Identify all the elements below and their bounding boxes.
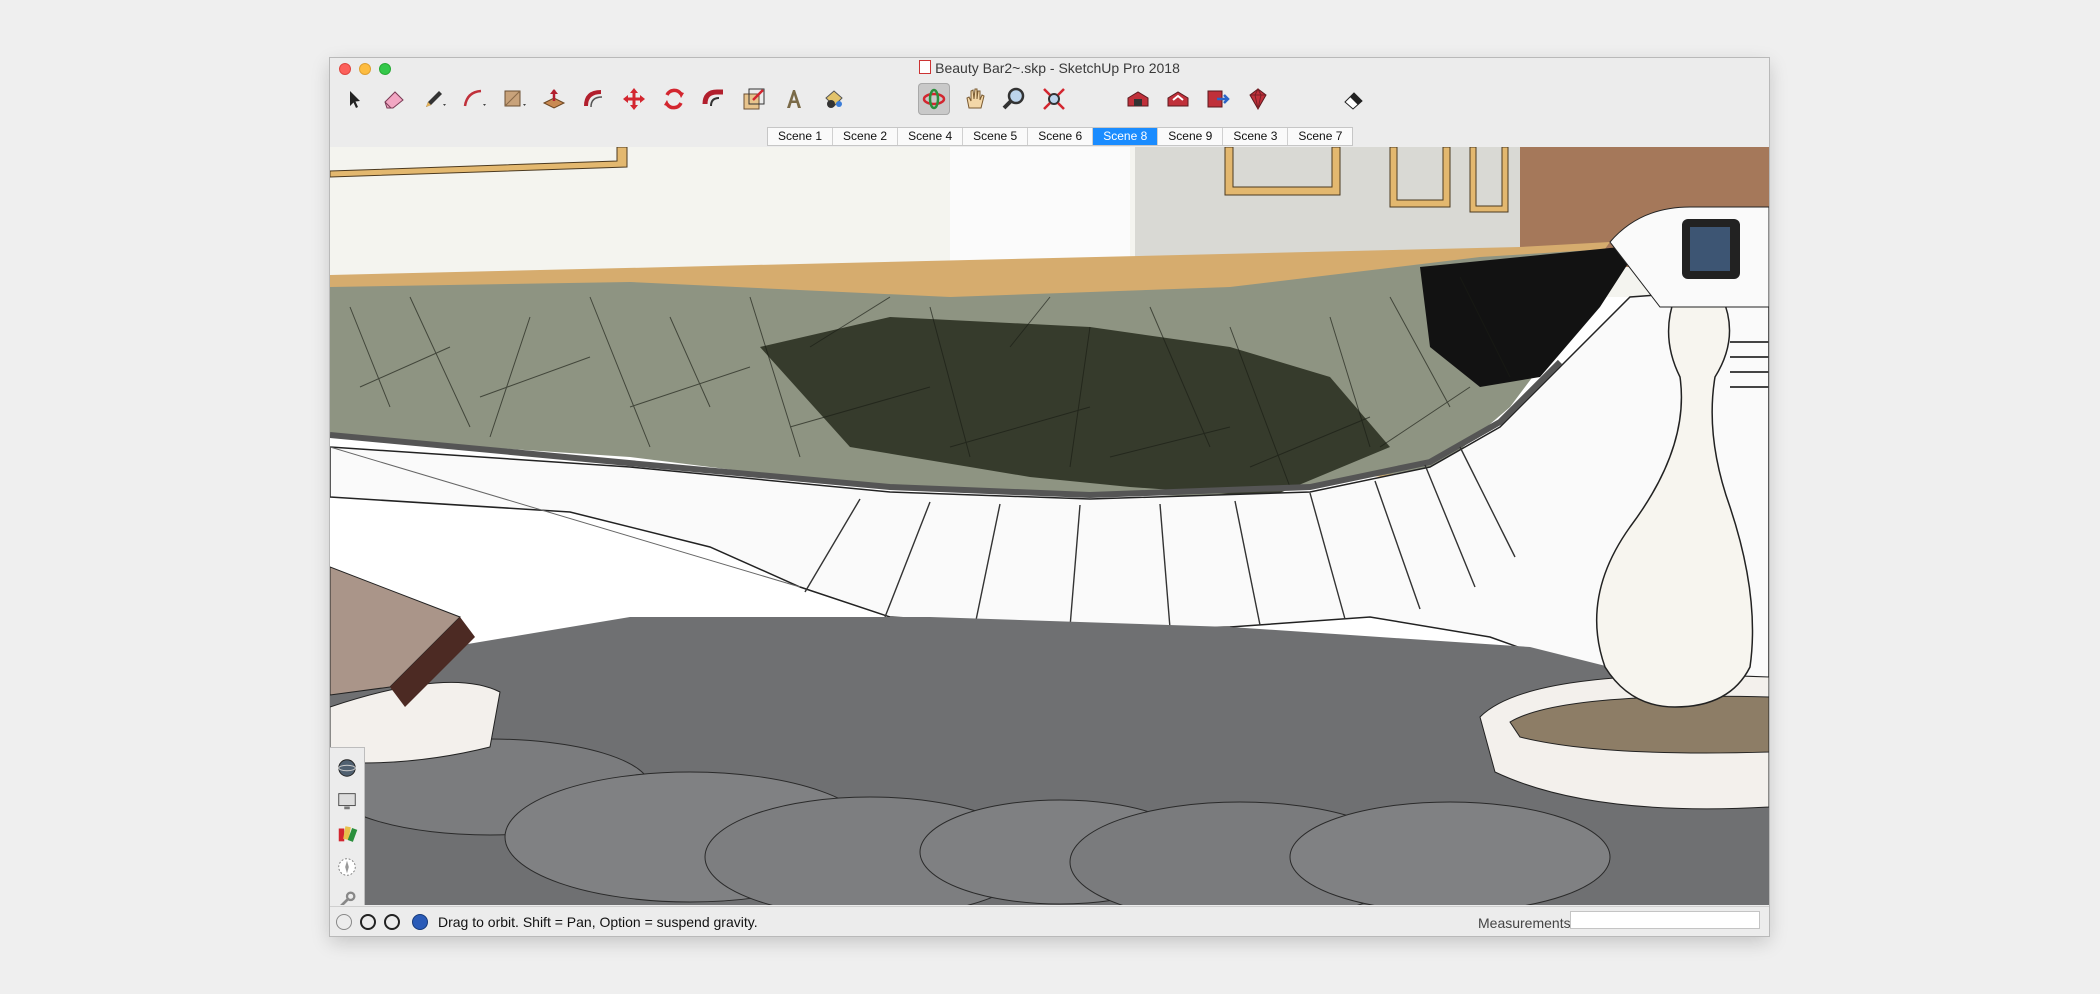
zoom-tool-icon[interactable] bbox=[998, 83, 1030, 115]
tab-scene-9[interactable]: Scene 9 bbox=[1158, 128, 1224, 145]
pencil-tool-icon[interactable] bbox=[418, 83, 450, 115]
tab-scene-7[interactable]: Scene 7 bbox=[1288, 128, 1352, 145]
status-bar: Drag to orbit. Shift = Pan, Option = sus… bbox=[330, 906, 1769, 936]
scale-tool-icon[interactable] bbox=[738, 83, 770, 115]
monitor-icon[interactable] bbox=[333, 787, 361, 815]
share-model-icon[interactable] bbox=[1162, 83, 1194, 115]
rotate-tool-icon[interactable] bbox=[658, 83, 690, 115]
follow-me-tool-icon[interactable] bbox=[698, 83, 730, 115]
measurements-input[interactable] bbox=[1570, 911, 1760, 929]
compass-icon[interactable] bbox=[333, 853, 361, 881]
extension-warehouse-icon[interactable] bbox=[1242, 83, 1274, 115]
zoom-extents-tool-icon[interactable] bbox=[1038, 83, 1070, 115]
tab-scene-4[interactable]: Scene 4 bbox=[898, 128, 964, 145]
geo-location-icon[interactable] bbox=[336, 914, 352, 930]
shape-tool-icon[interactable] bbox=[498, 83, 530, 115]
pan-tool-icon[interactable] bbox=[958, 83, 990, 115]
sphere-style-icon[interactable] bbox=[333, 754, 361, 782]
credits-icon[interactable] bbox=[360, 914, 376, 930]
wrench-icon[interactable] bbox=[333, 886, 361, 905]
document-icon bbox=[919, 60, 932, 74]
sketchup-window: Beauty Bar2~.skp - SketchUp Pro 2018 Sce… bbox=[330, 58, 1769, 936]
tab-scene-6[interactable]: Scene 6 bbox=[1028, 128, 1094, 145]
display-screen-glass bbox=[1690, 227, 1730, 271]
text-tool-icon[interactable] bbox=[778, 83, 810, 115]
paint-chips-icon[interactable] bbox=[333, 820, 361, 848]
tool-palette bbox=[330, 747, 365, 905]
help-icon[interactable] bbox=[412, 914, 428, 930]
tab-scene-1[interactable]: Scene 1 bbox=[768, 128, 834, 145]
window-title: Beauty Bar2~.skp - SketchUp Pro 2018 bbox=[935, 60, 1180, 76]
warehouse-icon[interactable] bbox=[1122, 83, 1154, 115]
measurements-label: Measurements bbox=[1478, 915, 1571, 931]
main-toolbar bbox=[330, 80, 1769, 120]
push-pull-tool-icon[interactable] bbox=[538, 83, 570, 115]
account-icon[interactable] bbox=[384, 914, 400, 930]
stool-6 bbox=[1289, 801, 1611, 905]
eraser-tool-icon[interactable] bbox=[378, 83, 410, 115]
scene-tabs: Scene 1 Scene 2 Scene 4 Scene 5 Scene 6 … bbox=[767, 127, 1354, 146]
layout-eraser-icon[interactable] bbox=[1338, 83, 1370, 115]
tab-scene-2[interactable]: Scene 2 bbox=[833, 128, 899, 145]
model-viewport[interactable] bbox=[330, 147, 1769, 905]
status-hint: Drag to orbit. Shift = Pan, Option = sus… bbox=[438, 914, 758, 930]
paint-bucket-tool-icon[interactable] bbox=[818, 83, 850, 115]
tab-scene-8[interactable]: Scene 8 bbox=[1093, 128, 1159, 145]
window-title-wrap: Beauty Bar2~.skp - SketchUp Pro 2018 bbox=[330, 60, 1769, 76]
model-scene bbox=[330, 147, 1769, 905]
arc-tool-icon[interactable] bbox=[458, 83, 490, 115]
tab-scene-5[interactable]: Scene 5 bbox=[963, 128, 1029, 145]
tab-scene-3[interactable]: Scene 3 bbox=[1223, 128, 1289, 145]
orbit-tool-icon[interactable] bbox=[918, 83, 950, 115]
title-bar: Beauty Bar2~.skp - SketchUp Pro 2018 bbox=[330, 58, 1769, 78]
select-tool-icon[interactable] bbox=[338, 83, 370, 115]
offset-tool-icon[interactable] bbox=[578, 83, 610, 115]
share-component-icon[interactable] bbox=[1202, 83, 1234, 115]
move-tool-icon[interactable] bbox=[618, 83, 650, 115]
